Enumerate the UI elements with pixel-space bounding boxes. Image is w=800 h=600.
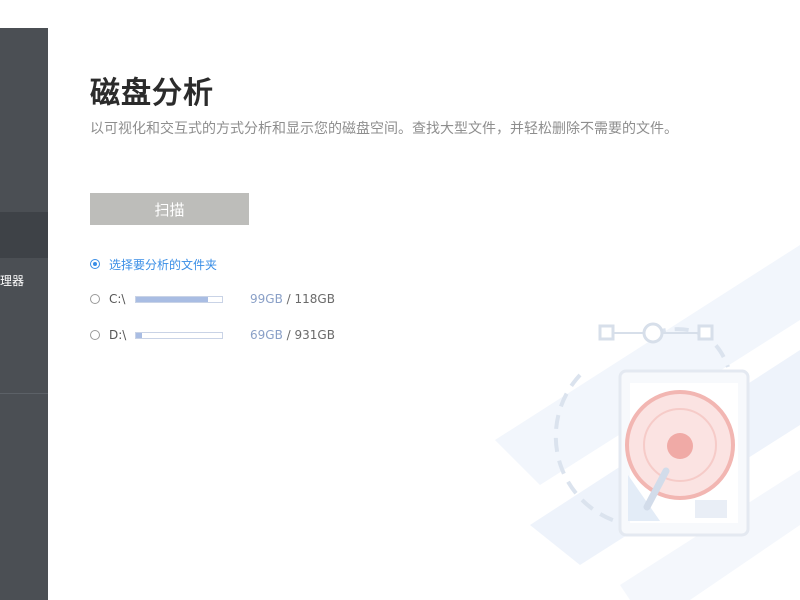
drive-d-separator: / xyxy=(282,328,295,342)
page-title: 磁盘分析 xyxy=(90,76,214,111)
drive-d-usage-bar xyxy=(135,331,223,339)
page-subtitle: 以可视化和交互式的方式分析和显示您的磁盘空间。查找大型文件，并轻松删除不需要的文… xyxy=(90,121,678,137)
sidebar-item-label[interactable]: 理器 xyxy=(0,272,24,289)
sidebar-top-band xyxy=(0,0,48,28)
drive-c-used: 99GB xyxy=(250,292,283,306)
drive-c-usage-bar xyxy=(135,295,223,303)
drive-c-label: C:\ xyxy=(109,292,126,306)
sidebar: 理器 xyxy=(0,0,48,600)
drive-c-separator: / xyxy=(282,292,295,306)
sidebar-item-active[interactable] xyxy=(0,212,48,258)
drive-d-total: 931GB xyxy=(294,328,335,342)
drive-d-radio[interactable] xyxy=(90,330,100,340)
sidebar-divider xyxy=(0,393,48,394)
scan-button[interactable]: 扫描 xyxy=(90,193,249,225)
drive-d-used: 69GB xyxy=(250,328,283,342)
folder-option[interactable]: 选择要分析的文件夹 xyxy=(90,256,217,272)
drive-d-label: D:\ xyxy=(109,328,127,342)
drive-option-d[interactable]: D:\ 69GB / 931GB xyxy=(90,327,335,343)
drive-d-usage: 69GB / 931GB xyxy=(250,328,335,342)
folder-radio[interactable] xyxy=(90,259,100,269)
folder-option-label[interactable]: 选择要分析的文件夹 xyxy=(109,256,217,273)
drive-c-total: 118GB xyxy=(294,292,335,306)
drive-d-usage-fill xyxy=(136,332,143,338)
drive-c-usage-fill xyxy=(136,296,209,302)
drive-c-usage: 99GB / 118GB xyxy=(250,292,335,306)
drive-option-c[interactable]: C:\ 99GB / 118GB xyxy=(90,291,335,307)
drive-c-radio[interactable] xyxy=(90,294,100,304)
hard-disk-illustration xyxy=(495,245,800,600)
